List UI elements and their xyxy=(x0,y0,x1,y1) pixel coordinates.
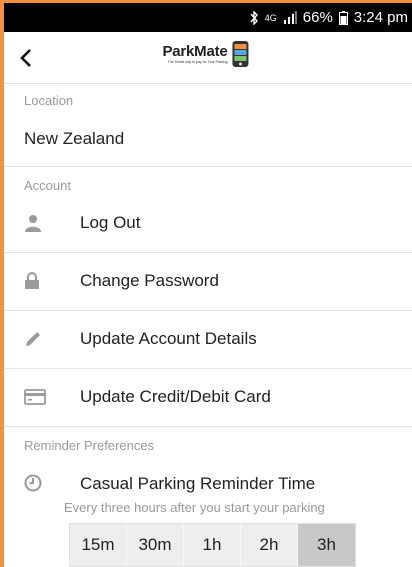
location-section-label: Location xyxy=(24,93,74,108)
reminder-title: Casual Parking Reminder Time xyxy=(80,474,316,493)
network-type: 4G xyxy=(264,12,277,23)
reminder-subtitle: Every three hours after you start your p… xyxy=(64,500,325,515)
option-1h-button[interactable]: 1h xyxy=(184,524,241,566)
battery-percent: 66% xyxy=(302,9,333,26)
logout-label: Log Out xyxy=(80,213,141,232)
clock-icon xyxy=(24,474,42,497)
clock-time: 3:24 pm xyxy=(353,9,408,26)
bluetooth-icon xyxy=(249,10,259,25)
account-section-label: Account xyxy=(24,178,71,193)
update-card-label: Update Credit/Debit Card xyxy=(80,387,271,406)
logo-name: ParkMate xyxy=(162,42,228,60)
change-password-label: Change Password xyxy=(80,271,219,290)
parkmate-logo: ParkMate The Smart way to pay for Your P… xyxy=(162,40,249,68)
option-3h-button[interactable]: 3h xyxy=(298,524,355,566)
app-bar: ParkMate The Smart way to pay for Your P… xyxy=(0,32,412,84)
change-password-item[interactable]: Change Password xyxy=(4,252,412,310)
window-border xyxy=(0,0,4,567)
update-account-item[interactable]: Update Account Details xyxy=(4,310,412,368)
logo-tagline: The Smart way to pay for Your Parking xyxy=(167,59,228,64)
network-icon: 4G xyxy=(264,12,277,23)
option-15m-button[interactable]: 15m xyxy=(70,524,127,566)
signal-icon xyxy=(283,11,297,24)
reminder-time-selector: 15m 30m 1h 2h 3h xyxy=(69,523,356,567)
option-2h-button[interactable]: 2h xyxy=(241,524,298,566)
reminder-section-label: Reminder Preferences xyxy=(24,438,155,453)
phone-logo-icon xyxy=(232,41,249,67)
chevron-left-icon xyxy=(20,49,31,67)
divider xyxy=(4,166,412,167)
location-value[interactable]: New Zealand xyxy=(24,129,124,149)
back-button[interactable] xyxy=(12,44,40,72)
option-30m-button[interactable]: 30m xyxy=(127,524,184,566)
battery-icon xyxy=(338,10,348,25)
update-account-label: Update Account Details xyxy=(80,329,257,348)
update-card-item[interactable]: Update Credit/Debit Card xyxy=(4,368,412,426)
status-bar: 4G 66% 3:24 pm xyxy=(0,0,412,32)
logout-item[interactable]: Log Out xyxy=(4,194,412,252)
lock-icon xyxy=(4,272,80,290)
credit-card-icon xyxy=(4,389,80,405)
divider xyxy=(4,426,412,427)
user-icon xyxy=(4,214,80,232)
pencil-icon xyxy=(4,330,80,348)
